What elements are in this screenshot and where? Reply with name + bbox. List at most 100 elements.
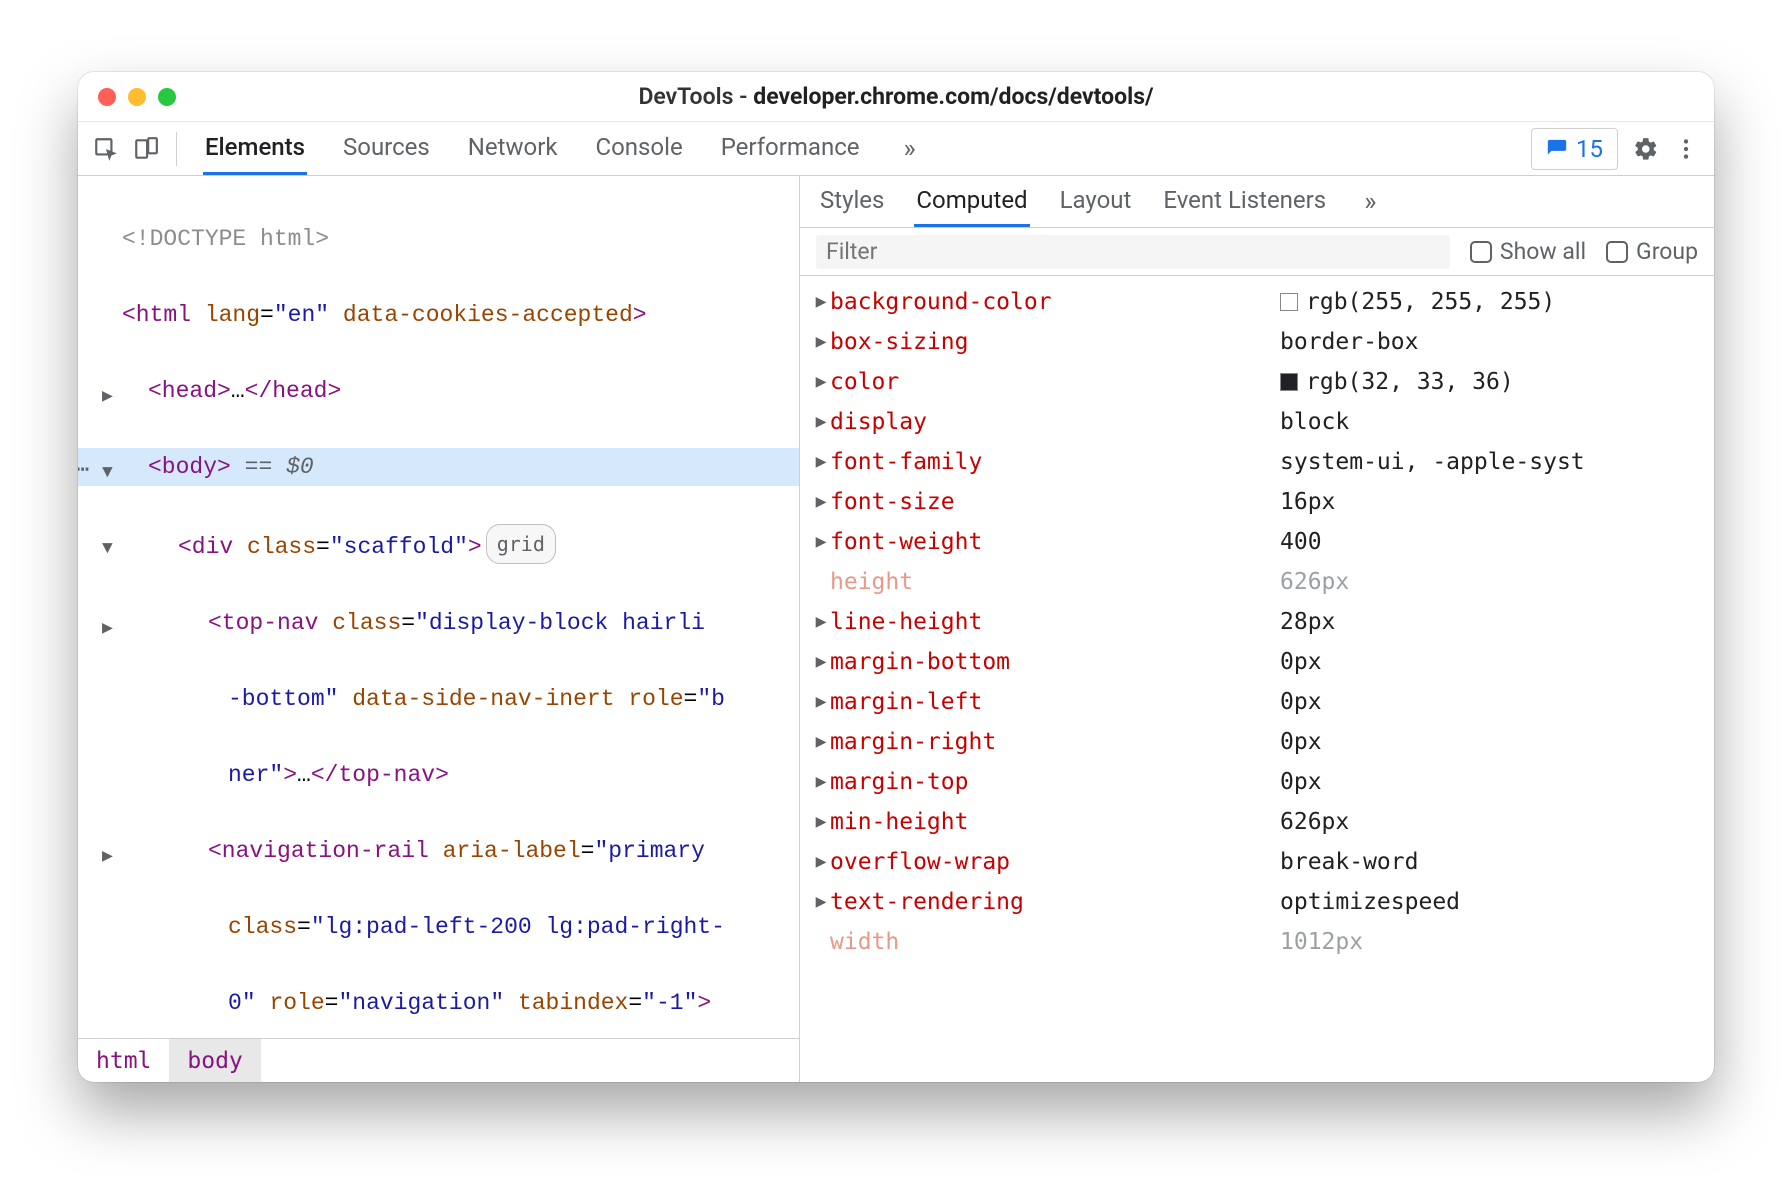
expand-icon[interactable]: ▶ [812,762,830,802]
show-all-checkbox[interactable]: Show all [1470,238,1586,265]
titlebar: DevTools - developer.chrome.com/docs/dev… [78,72,1714,122]
breadcrumb-body[interactable]: body [169,1039,260,1082]
computed-property-name: box-sizing [830,322,1280,362]
kebab-menu-icon[interactable] [1666,129,1706,169]
computed-property-value: break-word [1280,842,1418,882]
filter-input[interactable] [826,238,1117,265]
computed-property-name: background-color [830,282,1280,322]
tab-elements[interactable]: Elements [203,122,307,175]
computed-property-value: border-box [1280,322,1418,362]
expand-icon[interactable]: ▶ [812,282,830,322]
expand-icon[interactable]: ▶ [812,722,830,762]
computed-property-name: margin-bottom [830,642,1280,682]
computed-row[interactable]: ▶font-familysystem-ui, -apple-syst [800,442,1714,482]
computed-row[interactable]: ▶background-colorrgb(255, 255, 255) [800,282,1714,322]
dom-tree[interactable]: <!DOCTYPE html> <html lang="en" data-coo… [78,176,799,1038]
expand-icon[interactable]: ▶ [812,842,830,882]
computed-row[interactable]: height626px [800,562,1714,602]
close-window-button[interactable] [98,88,116,106]
toolbar-divider [176,132,177,166]
subtabs-overflow-icon[interactable]: » [1356,187,1384,217]
styles-panel: Styles Computed Layout Event Listeners »… [800,176,1714,1082]
doctype-node[interactable]: <!DOCTYPE html> [122,226,329,252]
subtab-computed[interactable]: Computed [914,176,1029,227]
main-toolbar: Elements Sources Network Console Perform… [78,122,1714,176]
computed-property-name: font-family [830,442,1280,482]
computed-row[interactable]: ▶text-renderingoptimizespeed [800,882,1714,922]
computed-row[interactable]: ▶overflow-wrapbreak-word [800,842,1714,882]
inspect-element-icon[interactable] [86,129,126,169]
selected-body-node[interactable]: ⋯▼<body> == $0 [78,448,799,486]
computed-property-name: text-rendering [830,882,1280,922]
dom-breadcrumb: html body [78,1038,799,1082]
computed-property-value: 0px [1280,762,1322,802]
computed-property-name: line-height [830,602,1280,642]
devtools-window: DevTools - developer.chrome.com/docs/dev… [78,72,1714,1082]
subtab-layout[interactable]: Layout [1058,176,1134,227]
tab-performance[interactable]: Performance [719,122,862,175]
tab-network[interactable]: Network [466,122,560,175]
panel-tabs: Elements Sources Network Console Perform… [203,122,924,175]
expand-icon[interactable]: ▶ [812,802,830,842]
expand-icon[interactable]: ▶ [812,642,830,682]
computed-property-value: optimizespeed [1280,882,1460,922]
computed-row[interactable]: ▶displayblock [800,402,1714,442]
window-title: DevTools - developer.chrome.com/docs/dev… [98,83,1694,110]
computed-row[interactable]: ▶min-height626px [800,802,1714,842]
computed-property-name: margin-right [830,722,1280,762]
computed-row[interactable]: ▶margin-right0px [800,722,1714,762]
expand-icon[interactable]: ▶ [812,322,830,362]
group-checkbox[interactable]: Group [1606,238,1698,265]
computed-property-name: min-height [830,802,1280,842]
tab-sources[interactable]: Sources [341,122,432,175]
computed-property-value: 1012px [1280,922,1363,962]
computed-row[interactable]: ▶colorrgb(32, 33, 36) [800,362,1714,402]
dom-panel: <!DOCTYPE html> <html lang="en" data-coo… [78,176,800,1082]
issues-button[interactable]: 15 [1531,128,1618,170]
color-swatch[interactable] [1280,293,1298,311]
subtab-event-listeners[interactable]: Event Listeners [1161,176,1328,227]
computed-property-value: system-ui, -apple-syst [1280,442,1585,482]
computed-row[interactable]: ▶margin-top0px [800,762,1714,802]
computed-property-name: font-weight [830,522,1280,562]
computed-property-name: width [830,922,1280,962]
computed-property-name: color [830,362,1280,402]
computed-property-value: block [1280,402,1349,442]
expand-icon[interactable]: ▶ [812,402,830,442]
styles-subtabs: Styles Computed Layout Event Listeners » [800,176,1714,228]
computed-row[interactable]: ▶margin-left0px [800,682,1714,722]
expand-icon[interactable]: ▶ [812,442,830,482]
color-swatch[interactable] [1280,373,1298,391]
computed-row[interactable]: ▶line-height28px [800,602,1714,642]
grid-badge[interactable]: grid [486,524,556,564]
tab-console[interactable]: Console [593,122,684,175]
expand-icon[interactable]: ▶ [812,882,830,922]
expand-icon[interactable]: ▶ [812,482,830,522]
tabs-overflow-icon[interactable]: » [896,134,924,164]
computed-row[interactable]: ▶font-size16px [800,482,1714,522]
expand-icon[interactable]: ▶ [812,362,830,402]
maximize-window-button[interactable] [158,88,176,106]
computed-property-name: overflow-wrap [830,842,1280,882]
computed-property-value: 0px [1280,682,1322,722]
computed-property-value: 0px [1280,642,1322,682]
minimize-window-button[interactable] [128,88,146,106]
traffic-lights [98,88,176,106]
computed-property-name: margin-left [830,682,1280,722]
computed-filter-bar: Show all Group [800,228,1714,276]
settings-icon[interactable] [1626,129,1666,169]
expand-icon[interactable]: ▶ [812,522,830,562]
computed-properties-list: ▶background-colorrgb(255, 255, 255)▶box-… [800,276,1714,1082]
computed-row[interactable]: ▶box-sizingborder-box [800,322,1714,362]
expand-icon[interactable]: ▶ [812,602,830,642]
expand-icon[interactable]: ▶ [812,682,830,722]
computed-row[interactable]: ▶margin-bottom0px [800,642,1714,682]
computed-property-value: 16px [1280,482,1335,522]
computed-row[interactable]: width1012px [800,922,1714,962]
computed-property-name: margin-top [830,762,1280,802]
subtab-styles[interactable]: Styles [818,176,886,227]
breadcrumb-html[interactable]: html [78,1039,169,1082]
computed-row[interactable]: ▶font-weight400 [800,522,1714,562]
panels-container: <!DOCTYPE html> <html lang="en" data-coo… [78,176,1714,1082]
device-toggle-icon[interactable] [126,129,166,169]
